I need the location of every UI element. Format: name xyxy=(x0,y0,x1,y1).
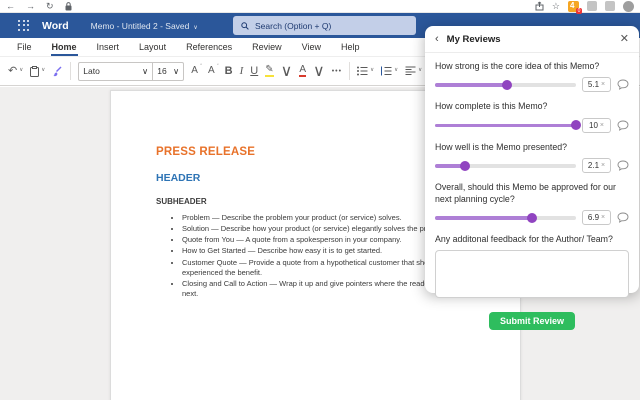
browser-reload-icon[interactable]: ↻ xyxy=(46,1,54,11)
comment-bubble-icon[interactable] xyxy=(617,160,629,172)
panel-header: ‹ My Reviews ✕ xyxy=(425,26,639,53)
browser-forward-icon[interactable]: → xyxy=(26,1,35,11)
back-chevron-icon[interactable]: ‹ xyxy=(435,34,439,45)
score-value-box[interactable]: 5.1 × xyxy=(582,77,611,93)
comment-bubble-icon[interactable] xyxy=(617,120,629,131)
chevron-down-icon: ∨ xyxy=(280,63,293,80)
score-value-box[interactable]: 2.1 × xyxy=(582,158,611,174)
menu-item-layout[interactable]: Layout xyxy=(130,39,175,56)
lock-icon xyxy=(65,1,72,11)
score-value-box[interactable]: 6.9 × xyxy=(582,210,611,226)
score-value: 2.1 xyxy=(587,161,600,171)
shrink-font-button[interactable]: Aˇ xyxy=(208,65,219,76)
score-value-box[interactable]: 10 × xyxy=(582,117,611,133)
bookmark-star-icon[interactable]: ☆ xyxy=(552,1,560,11)
chevron-down-icon: ∨ xyxy=(370,67,375,74)
chevron-down-icon: ∨ xyxy=(312,63,325,80)
extension-icon[interactable] xyxy=(587,1,597,11)
bullet-list-icon xyxy=(357,66,368,76)
undo-button[interactable]: ↶ ∨ xyxy=(8,65,24,77)
score-slider[interactable] xyxy=(435,160,576,171)
question-label: How strong is the core idea of this Memo… xyxy=(435,61,600,71)
review-question: How strong is the core idea of this Memo… xyxy=(435,61,629,93)
numbered-list-icon xyxy=(381,66,392,76)
format-painter-button[interactable] xyxy=(52,66,63,77)
slider-thumb-icon[interactable] xyxy=(571,120,581,131)
score-value: 10 xyxy=(589,120,598,130)
clear-score-icon[interactable]: × xyxy=(601,81,605,88)
chevron-down-icon: ∨ xyxy=(394,67,399,74)
feedback-textarea[interactable] xyxy=(435,250,629,299)
clear-score-icon[interactable]: × xyxy=(601,214,605,221)
font-color-button[interactable]: A xyxy=(299,65,306,77)
app-launcher-icon[interactable] xyxy=(18,19,30,32)
menu-item-insert[interactable]: Insert xyxy=(88,39,129,56)
menu-item-help[interactable]: Help xyxy=(332,39,369,56)
highlight-button[interactable]: ✎ xyxy=(265,65,274,77)
more-options-button[interactable]: ••• xyxy=(332,68,342,75)
chevron-down-icon: ∨ xyxy=(41,67,46,74)
clear-score-icon[interactable]: × xyxy=(601,162,605,169)
questions-container: How strong is the core idea of this Memo… xyxy=(435,61,629,226)
browser-toolbar: ← → ↻ ☆ 4 0 xyxy=(0,0,640,14)
bullet-list-button[interactable]: ∨ xyxy=(357,66,374,76)
review-question: Overall, should this Memo be approved fo… xyxy=(435,182,629,226)
search-input[interactable]: Search (Option + Q) xyxy=(233,16,416,35)
panel-title: My Reviews xyxy=(446,34,501,45)
score-slider[interactable] xyxy=(435,79,576,90)
browser-back-icon[interactable]: ← xyxy=(6,1,15,11)
comment-bubble-icon[interactable] xyxy=(617,212,629,224)
score-slider[interactable] xyxy=(435,212,576,223)
my-reviews-panel: ‹ My Reviews ✕ How strong is the core id… xyxy=(425,26,639,331)
menu-item-file[interactable]: File xyxy=(8,39,41,56)
grow-font-button[interactable]: Aˆ xyxy=(191,65,202,76)
question-label: How complete is this Memo? xyxy=(435,101,548,112)
question-label: How well is the Memo presented? xyxy=(435,141,568,152)
slider-thumb-icon[interactable] xyxy=(459,160,470,171)
chevron-down-icon: ∨ xyxy=(418,67,423,74)
search-placeholder: Search (Option + Q) xyxy=(255,20,332,31)
extension-icon[interactable] xyxy=(605,1,615,11)
chevron-down-icon: ∨ xyxy=(193,24,198,31)
paste-button[interactable]: ∨ xyxy=(30,65,46,77)
font-size-select[interactable]: 16 ∨ xyxy=(153,63,183,80)
menu-item-view[interactable]: View xyxy=(293,39,330,56)
app-name: Word xyxy=(42,19,69,32)
paintbrush-icon xyxy=(53,66,62,76)
document-title[interactable]: Memo - Untitled 2 - Saved ∨ xyxy=(91,21,198,31)
menu-item-home[interactable]: Home xyxy=(43,39,86,56)
close-icon[interactable]: ✕ xyxy=(620,34,629,45)
question-label: Overall, should this Memo be approved fo… xyxy=(435,182,616,204)
reviews-extension-icon[interactable]: 4 0 xyxy=(568,0,582,14)
clear-score-icon[interactable]: × xyxy=(600,122,604,129)
score-value: 5.1 xyxy=(587,80,600,90)
comment-bubble-icon[interactable] xyxy=(617,79,629,91)
review-question: How complete is this Memo? 10 × xyxy=(435,101,629,133)
review-question: How well is the Memo presented? 2.1 × xyxy=(435,141,629,174)
chevron-down-icon: ∨ xyxy=(142,65,149,76)
italic-button[interactable]: I xyxy=(240,65,244,77)
bold-button[interactable]: B xyxy=(225,65,233,77)
submit-review-button[interactable]: Submit Review xyxy=(488,312,575,331)
align-button[interactable]: ∨ xyxy=(405,66,422,76)
chevron-down-icon: ∨ xyxy=(173,65,180,76)
share-icon[interactable] xyxy=(535,1,544,11)
align-left-icon xyxy=(405,66,416,75)
feedback-label: Any additonal feedback for the Author/ T… xyxy=(435,234,613,245)
menu-item-review[interactable]: Review xyxy=(243,39,291,56)
score-slider[interactable] xyxy=(435,120,581,131)
chevron-down-icon: ∨ xyxy=(19,67,24,74)
search-icon xyxy=(241,21,249,30)
extension-badge: 0 xyxy=(576,7,582,14)
slider-thumb-icon[interactable] xyxy=(527,212,538,223)
underline-button[interactable]: U xyxy=(250,65,258,77)
slider-thumb-icon[interactable] xyxy=(501,79,512,90)
score-value: 6.9 xyxy=(587,213,600,223)
numbered-list-button[interactable]: ∨ xyxy=(381,66,398,76)
clipboard-icon xyxy=(30,65,40,77)
browser-profile-avatar[interactable] xyxy=(623,0,634,12)
font-family-select[interactable]: Lato ∨ xyxy=(79,62,154,80)
panel-body: How strong is the core idea of this Memo… xyxy=(425,53,639,336)
menu-item-references[interactable]: References xyxy=(177,39,241,56)
